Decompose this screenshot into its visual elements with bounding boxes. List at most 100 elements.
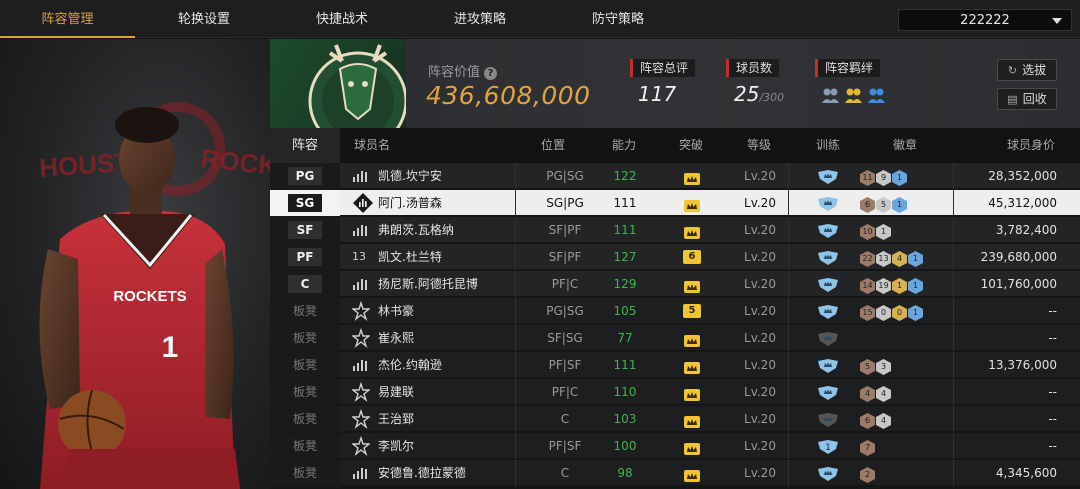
badge-list[interactable]: 22 13 4 1	[860, 244, 960, 270]
team-select-value: 222222	[960, 13, 1010, 28]
refresh-icon: ↻	[1007, 64, 1018, 77]
player-market-value: 28,352,000	[988, 169, 1057, 183]
player-market-value: --	[1048, 412, 1057, 426]
lineup-slot: 板凳	[270, 406, 340, 432]
badge-hexagon-icon: 1	[876, 224, 891, 240]
training-shield-icon[interactable]	[807, 352, 847, 378]
badge-hexagon-icon: 22	[860, 251, 875, 267]
bench-label: 板凳	[292, 331, 317, 345]
table-header: 阵容 球员名 位置 能力 突破 等级 训练 徽章 球员身价	[270, 128, 1080, 163]
table-row[interactable]: 板凳 杰伦.约翰逊 PF|SF 111 Lv.20 5 3 13,376,000	[270, 352, 1080, 378]
table-row[interactable]: 板凳 易建联 PF|C 110 Lv.20 4 4 --	[270, 379, 1080, 405]
player-market-value: 101,760,000	[980, 277, 1057, 291]
badge-hexagon-icon: 1	[892, 170, 907, 186]
training-shield-icon[interactable]: 1	[807, 433, 847, 459]
team-select-dropdown[interactable]: 222222	[898, 9, 1072, 31]
col-header-badges[interactable]: 徽章	[893, 128, 917, 163]
column-divider	[953, 460, 954, 486]
table-row[interactable]: 板凳 林书豪 PG|SG 105 5 Lv.20 15 0 0 1 --	[270, 298, 1080, 324]
col-header-ability[interactable]: 能力	[612, 128, 636, 163]
training-shield-icon[interactable]	[807, 271, 847, 297]
col-header-position[interactable]: 位置	[541, 128, 565, 163]
scout-button[interactable]: ↻ 选拔	[997, 59, 1057, 81]
badge-list[interactable]: 651	[860, 190, 960, 216]
breakthrough-crown-icon[interactable]	[665, 406, 719, 432]
tab-offense-strategy[interactable]: 进攻策略	[416, 0, 544, 38]
column-divider	[953, 163, 954, 189]
badge-list[interactable]: 64	[860, 406, 960, 432]
col-header-market-value[interactable]: 球员身价	[1007, 128, 1055, 163]
badge-list[interactable]: 15 0 0 1	[860, 298, 960, 324]
bench-label: 板凳	[292, 358, 317, 372]
player-count-max: /300	[759, 91, 785, 104]
column-divider	[788, 244, 789, 270]
table-row[interactable]: PG 凯德.坎宁安 PG|SG 122 Lv.20 11 9 1 28,352,000	[270, 163, 1080, 189]
breakthrough-crown-icon[interactable]	[665, 379, 719, 405]
chemistry-link-icon	[822, 88, 839, 103]
breakthrough-icon[interactable]: 5	[665, 298, 719, 324]
badge-list[interactable]	[860, 325, 960, 351]
badge-list[interactable]: 53	[860, 352, 960, 378]
col-header-training[interactable]: 训练	[816, 128, 840, 163]
lineup-slot: 板凳	[270, 379, 340, 405]
col-header-player-name[interactable]: 球员名	[354, 128, 390, 163]
lineup-value-label: 阵容价值?	[428, 61, 498, 80]
col-header-breakthrough[interactable]: 突破	[679, 128, 703, 163]
training-shield-icon[interactable]	[807, 379, 847, 405]
help-icon[interactable]: ?	[484, 67, 498, 80]
position-chip: PG	[288, 167, 322, 185]
training-shield-icon[interactable]	[807, 163, 847, 189]
breakthrough-crown-icon[interactable]	[665, 325, 719, 351]
column-divider	[953, 352, 954, 378]
breakthrough-crown-icon[interactable]	[665, 460, 719, 486]
badge-list[interactable]: 7	[860, 433, 960, 459]
table-row[interactable]: 板凳 安德鲁.德拉蒙德 C 98 Lv.20 2 4,345,600	[270, 460, 1080, 486]
rank-bars-icon	[352, 271, 370, 297]
player-market-value: --	[1048, 439, 1057, 453]
table-row[interactable]: PF 13 凯文.杜兰特 SF|PF 127 6 Lv.20 22 13 4 1 239,680,00…	[270, 244, 1080, 270]
col-header-level[interactable]: 等级	[747, 128, 771, 163]
recycle-button[interactable]: ▤ 回收	[997, 88, 1057, 110]
training-shield-icon[interactable]	[807, 190, 847, 216]
tab-rotation-settings[interactable]: 轮换设置	[140, 0, 268, 38]
badge-list[interactable]: 44	[860, 379, 960, 405]
table-row[interactable]: 板凳 王治郅 C 103 Lv.20 6 4 --	[270, 406, 1080, 432]
column-divider	[788, 163, 789, 189]
tab-lineup-management[interactable]: 阵容管理	[0, 0, 135, 38]
breakthrough-crown-icon[interactable]	[665, 433, 719, 459]
training-shield-icon[interactable]	[807, 325, 847, 351]
training-shield-icon[interactable]	[807, 298, 847, 324]
player-market-value: 239,680,000	[980, 250, 1057, 264]
player-name: 扬尼斯.阿德托昆博	[378, 277, 478, 291]
player-count: 25/300	[734, 82, 784, 106]
tab-quick-tactics[interactable]: 快捷战术	[278, 0, 406, 38]
breakthrough-crown-icon[interactable]	[665, 217, 719, 243]
table-row[interactable]: C 扬尼斯.阿德托昆博 PF|C 129 Lv.20 14 19 1 1 101,760,000	[270, 271, 1080, 297]
col-header-lineup[interactable]: 阵容	[270, 128, 340, 163]
training-shield-icon[interactable]	[807, 406, 847, 432]
chemistry-icons[interactable]	[821, 85, 891, 105]
breakthrough-crown-icon[interactable]	[665, 163, 719, 189]
training-shield-icon[interactable]	[807, 460, 847, 486]
badge-list[interactable]: 2	[860, 460, 960, 486]
player-market-value: 3,782,400	[995, 223, 1057, 237]
badge-list[interactable]: 14 19 1 1	[860, 271, 960, 297]
breakthrough-icon[interactable]: 6	[665, 244, 719, 270]
table-row[interactable]: 板凳 李凯尔 PF|SF 100 Lv.20 1 7 --	[270, 433, 1080, 459]
table-row[interactable]: 板凳 崔永熙 SF|SG 77 Lv.20 --	[270, 325, 1080, 351]
player-name: 凯文.杜兰特	[378, 250, 442, 264]
table-row[interactable]: SG 阿门.汤普森 SG|PG 111 Lv.20 6 5 1 45,312,000	[270, 190, 1080, 216]
breakthrough-crown-icon[interactable]	[665, 352, 719, 378]
table-row[interactable]: SF 弗朗茨.瓦格纳 SF|PF 111 Lv.20 10 1 3,782,400	[270, 217, 1080, 243]
bench-label: 板凳	[292, 466, 317, 480]
breakthrough-crown-icon[interactable]	[665, 190, 719, 216]
badge-hexagon-icon: 1	[892, 278, 907, 294]
training-shield-icon[interactable]	[807, 217, 847, 243]
training-shield-icon[interactable]	[807, 244, 847, 270]
tab-defense-strategy[interactable]: 防守策略	[554, 0, 682, 38]
badge-hexagon-icon: 15	[860, 305, 875, 321]
badge-hexagon-icon: 1	[908, 278, 923, 294]
breakthrough-crown-icon[interactable]	[665, 271, 719, 297]
badge-list[interactable]: 10 1	[860, 217, 960, 243]
badge-list[interactable]: 11 9 1	[860, 163, 960, 189]
